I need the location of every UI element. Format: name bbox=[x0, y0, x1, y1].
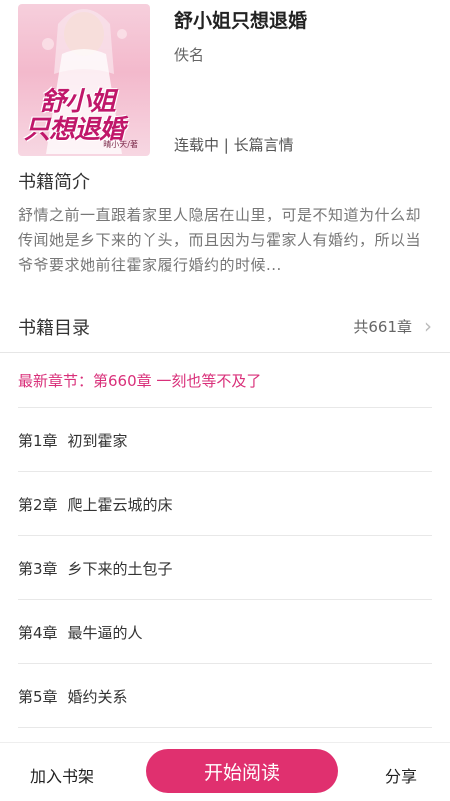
chapter-row-3[interactable]: 第3章 乡下来的土包子 bbox=[18, 536, 432, 600]
latest-chapter-label: 最新章节：第660章 一刻也等不及了 bbox=[18, 372, 262, 390]
cover-title-art: 舒小姐 只想退婚 bbox=[24, 87, 125, 145]
book-intro[interactable]: 舒情之前一直跟着家里人隐居在山里，可是不知道为什么却传闻她是乡下来的丫头，而且因… bbox=[18, 203, 434, 278]
book-title: 舒小姐只想退婚 bbox=[174, 10, 308, 32]
chapter-title: 乡下来的土包子 bbox=[67, 560, 173, 578]
share-button[interactable]: 分享 bbox=[385, 763, 417, 787]
chapter-title: 初到霍家 bbox=[67, 432, 128, 450]
chapter-row-1[interactable]: 第1章 初到霍家 bbox=[18, 408, 432, 472]
cover-author-art: 晴小天/著 bbox=[103, 140, 138, 149]
chapter-title: 婚约关系 bbox=[67, 688, 128, 706]
chapter-number: 第5章 bbox=[18, 688, 58, 706]
chapter-title: 最牛逼的人 bbox=[67, 624, 143, 642]
chapter-row-4[interactable]: 第4章 最牛逼的人 bbox=[18, 600, 432, 664]
chapter-number: 第3章 bbox=[18, 560, 58, 578]
toc-title: 书籍目录 bbox=[18, 318, 90, 339]
book-author: 佚名 bbox=[174, 46, 205, 64]
chapter-count: 共661章 bbox=[353, 318, 412, 336]
chapter-number: 第2章 bbox=[18, 496, 58, 514]
chapter-title: 爬上霍云城的床 bbox=[67, 496, 173, 514]
book-status: 连载中 | 长篇言情 bbox=[174, 136, 294, 154]
add-to-shelf-button[interactable]: 加入书架 bbox=[30, 763, 94, 787]
book-cover: 舒小姐 只想退婚 晴小天/著 bbox=[18, 4, 150, 156]
chevron-right-icon: › bbox=[424, 314, 432, 338]
chapter-number: 第1章 bbox=[18, 432, 58, 450]
start-reading-button[interactable]: 开始阅读 bbox=[146, 749, 338, 793]
toc-header[interactable]: 书籍目录 共661章 › bbox=[0, 308, 450, 350]
chapter-row-5[interactable]: 第5章 婚约关系 bbox=[18, 664, 432, 728]
latest-chapter-row[interactable]: 最新章节：第660章 一刻也等不及了 bbox=[18, 352, 432, 408]
chapter-row-2[interactable]: 第2章 爬上霍云城的床 bbox=[18, 472, 432, 536]
intro-heading: 书籍简介 bbox=[18, 172, 90, 193]
bottom-action-bar: 加入书架 开始阅读 分享 bbox=[0, 742, 450, 801]
chapter-number: 第4章 bbox=[18, 624, 58, 642]
